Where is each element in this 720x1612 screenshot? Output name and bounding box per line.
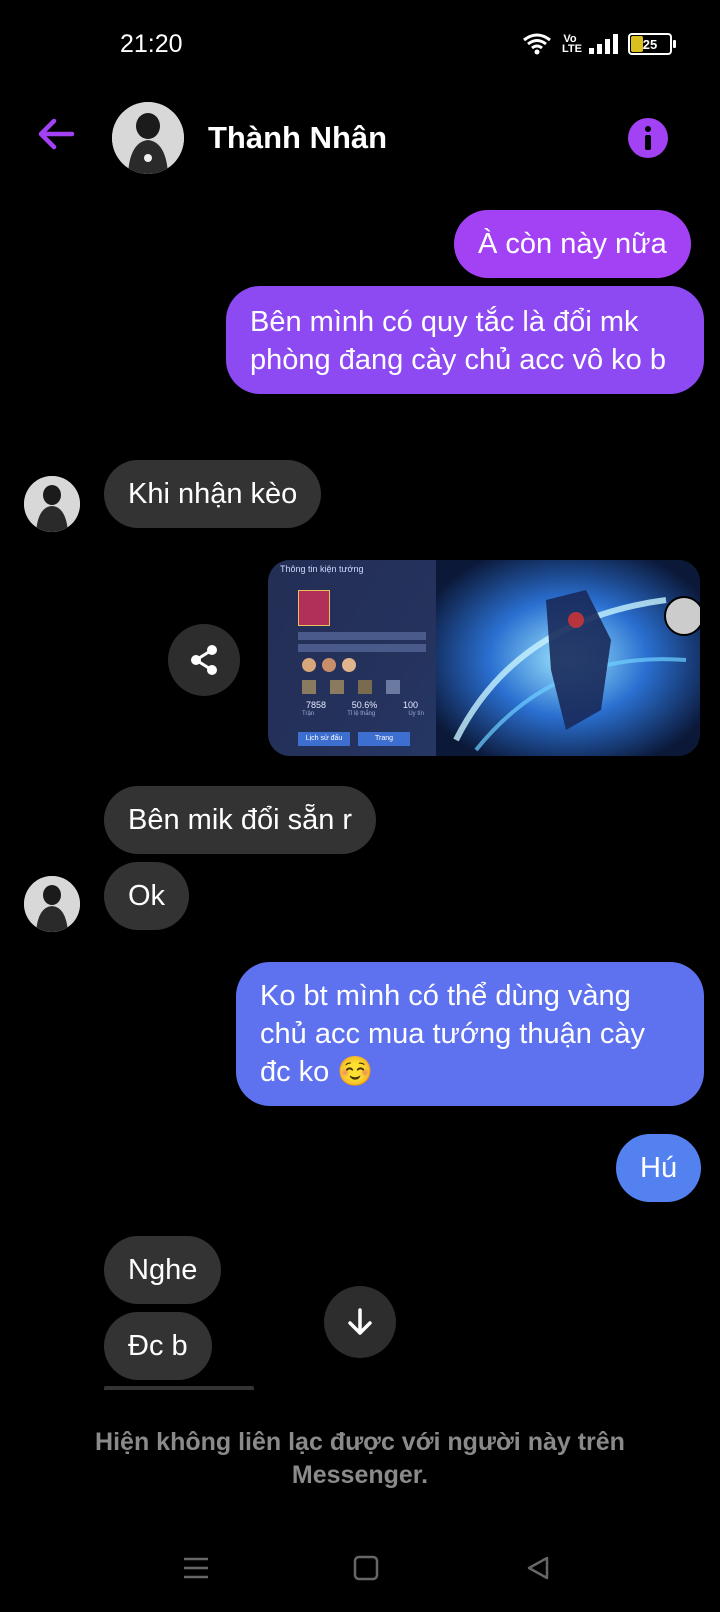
stat-label: Trận [302, 711, 315, 717]
incoming-message[interactable]: Bên mik đổi sẵn r [104, 786, 377, 854]
stat-label: Tỉ lệ thắng [347, 711, 376, 717]
stats-row: 7858 50.6% 100 [306, 700, 418, 710]
page-button: Trang [358, 732, 410, 746]
outgoing-message[interactable]: Ko bt mình có thể dùng vàng chủ acc mua … [236, 962, 704, 1106]
incoming-message[interactable]: Khi nhận kèo [104, 460, 322, 528]
hero-icons-row [302, 658, 412, 672]
rank-icons-row [302, 680, 412, 698]
back-arrow-icon [38, 118, 75, 150]
incoming-message[interactable]: Ok [104, 862, 190, 930]
back-button[interactable] [34, 112, 78, 156]
arrow-down-icon [348, 1308, 372, 1335]
sender-avatar[interactable] [24, 876, 80, 932]
hero-artwork [436, 560, 700, 756]
incoming-message[interactable]: Đc b [104, 1312, 212, 1380]
signal-icon [589, 34, 618, 54]
stat-label: Uy tín [408, 711, 424, 717]
history-button: Lịch sử đấu [298, 732, 350, 746]
home-button[interactable] [346, 1548, 386, 1588]
recent-apps-button[interactable] [176, 1548, 216, 1588]
battery-icon: 25 [628, 33, 676, 55]
contact-name[interactable]: Thành Nhân [208, 120, 387, 156]
avatar-figure-icon [112, 102, 184, 174]
battery-level: 25 [642, 36, 658, 52]
avatar-figure-icon [24, 476, 80, 532]
screenshot-title: Thông tin kiện tướng [280, 564, 364, 574]
partial-message [104, 1386, 254, 1390]
scroll-to-bottom-button[interactable] [324, 1286, 396, 1358]
profile-thumbnail [298, 590, 330, 626]
outgoing-message[interactable]: À còn này nữa [454, 210, 691, 278]
stat-labels-row: Trận Tỉ lệ thắng Uy tín [302, 711, 424, 717]
triangle-back-icon [527, 1556, 549, 1580]
sender-avatar[interactable] [24, 476, 80, 532]
outgoing-message[interactable]: Hú [616, 1134, 702, 1202]
avatar-figure-icon [24, 876, 80, 932]
wifi-icon [523, 33, 551, 55]
stat-matches: 7858 [306, 700, 327, 710]
outgoing-message[interactable]: Bên mình có quy tắc là đổi mk phòng đang… [226, 286, 704, 394]
title-bar [298, 632, 426, 640]
menu-icon [184, 1557, 208, 1579]
volte-label: Vo LTE [562, 33, 582, 55]
contact-avatar[interactable] [112, 102, 184, 174]
title-bar [298, 644, 426, 652]
status-icons: Vo LTE 25 [522, 32, 676, 56]
stat-credit: 100 [402, 700, 418, 710]
stat-winrate: 50.6% [351, 700, 378, 710]
back-nav-button[interactable] [518, 1548, 558, 1588]
game-screenshot-image[interactable]: Thông tin kiện tướng 7858 50.6% 100 Trận… [268, 560, 700, 756]
status-time: 21:20 [120, 30, 183, 58]
share-button[interactable] [168, 624, 240, 696]
incoming-message[interactable]: Nghe [104, 1236, 222, 1304]
info-button[interactable] [628, 118, 668, 158]
share-icon [191, 645, 217, 675]
seen-avatar [664, 596, 700, 636]
unavailable-notice: Hiện không liên lạc được với người này t… [95, 1428, 625, 1489]
info-icon [645, 126, 651, 150]
square-icon [353, 1555, 379, 1581]
